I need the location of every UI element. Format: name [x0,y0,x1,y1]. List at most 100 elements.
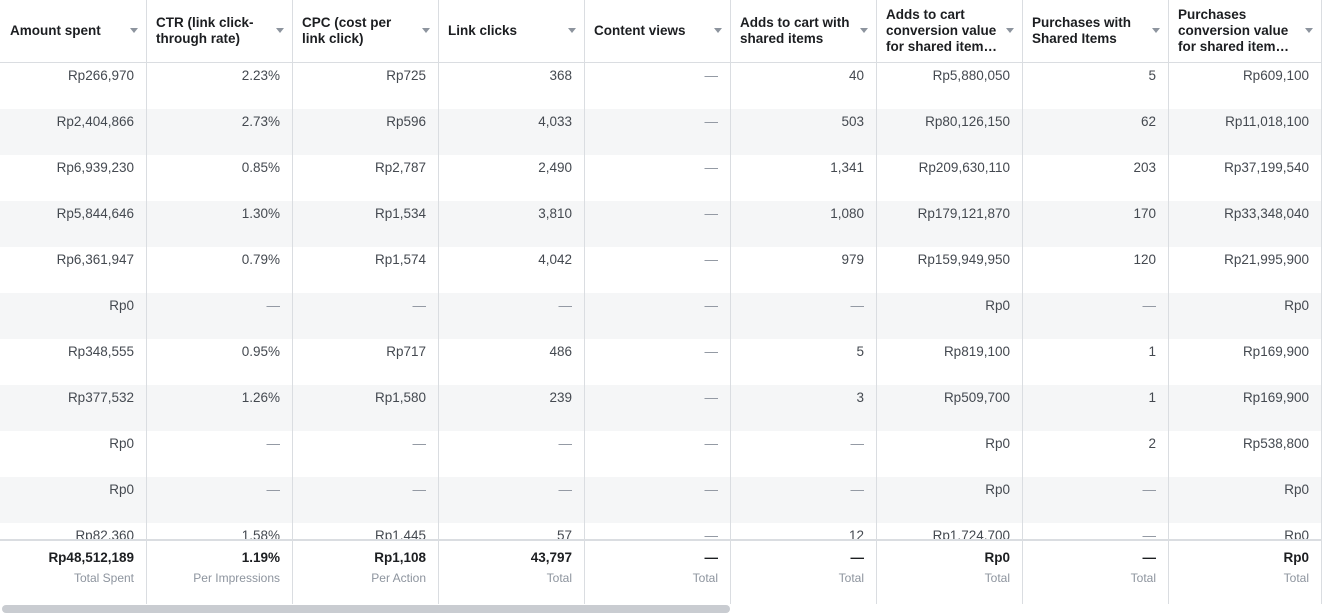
cell-ctr: 0.95% [146,339,293,385]
sort-caret-icon[interactable] [422,28,430,33]
cell-link-clicks: 239 [438,385,585,431]
cell-adds-to-cart-value: Rp179,121,870 [876,201,1023,247]
cell-adds-to-cart: 1,341 [730,155,877,201]
cell-adds-to-cart-value: Rp1,724,700 [876,523,1023,540]
total-content-views: — Total [584,541,731,605]
cell-link-clicks: 4,033 [438,109,585,155]
cell-link-clicks: 3,810 [438,201,585,247]
cell-purchases-value: Rp169,900 [1168,339,1322,385]
total-label: Per Action [371,571,426,585]
total-value: 1.19% [241,550,280,565]
cell-purchases: 170 [1022,201,1169,247]
table-row[interactable]: Rp2,404,866 2.73% Rp596 4,033—503 Rp80,126,1… [0,109,1322,155]
table-row[interactable]: Rp5,844,646 1.30% Rp1,534 3,810—1,080 Rp179,… [0,201,1322,247]
cell-cpc: Rp1,580 [292,385,439,431]
cell-link-clicks: — [438,477,585,523]
cell-ctr: 0.85% [146,155,293,201]
cell-content-views: — [584,201,731,247]
column-header-label: Content views [594,23,686,38]
column-header-ctr[interactable]: CTR (link click-through rate) [146,0,293,62]
cell-cpc: Rp596 [292,109,439,155]
cell-adds-to-cart-value: Rp159,949,950 [876,247,1023,293]
column-header-adds-to-cart-value[interactable]: Adds to cart conversion value for shared… [876,0,1023,62]
cell-cpc: Rp717 [292,339,439,385]
cell-purchases: 203 [1022,155,1169,201]
column-header-label: Purchases with Shared Items [1032,15,1132,46]
cell-amount-spent: Rp82,360 [0,523,147,540]
cell-purchases: — [1022,523,1169,540]
sort-caret-icon[interactable] [276,28,284,33]
cell-content-views: — [584,431,731,477]
sort-caret-icon[interactable] [1305,28,1313,33]
total-cpc: Rp1,108 Per Action [292,541,439,605]
total-value: Rp0 [1283,550,1309,565]
cell-purchases: 62 [1022,109,1169,155]
column-header-content-views[interactable]: Content views [584,0,731,62]
column-header-label: Amount spent [10,23,101,38]
column-header-label: Purchases conversion value for shared it… [1178,7,1290,54]
cell-adds-to-cart-value: Rp0 [876,293,1023,339]
sort-caret-icon[interactable] [860,28,868,33]
table-row[interactable]: Rp377,532 1.26% Rp1,580 239—3 Rp509,700 1 Rp16… [0,385,1322,431]
cell-cpc: Rp1,534 [292,201,439,247]
cell-cpc: Rp725 [292,63,439,109]
column-header-purchases[interactable]: Purchases with Shared Items [1022,0,1169,62]
table-row[interactable]: Rp0— — — — — Rp0— Rp0 [0,477,1322,523]
sort-caret-icon[interactable] [1006,28,1014,33]
cell-link-clicks: 57 [438,523,585,540]
cell-adds-to-cart: — [730,293,877,339]
cell-purchases-value: Rp169,900 [1168,385,1322,431]
cell-purchases: 2 [1022,431,1169,477]
table-row[interactable]: Rp6,939,230 0.85% Rp2,787 2,490—1,341 Rp209,… [0,155,1322,201]
horizontal-scrollbar-thumb[interactable] [2,605,730,613]
cell-link-clicks: 486 [438,339,585,385]
cell-cpc: — [292,431,439,477]
total-label: Total [838,571,864,585]
total-value: — [704,550,719,565]
sort-caret-icon[interactable] [714,28,722,33]
total-value: Rp0 [984,550,1010,565]
cell-purchases: 1 [1022,385,1169,431]
sort-caret-icon[interactable] [130,28,138,33]
cell-content-views: — [584,385,731,431]
column-header-label: Adds to cart conversion value for shared… [886,7,998,54]
cell-amount-spent: Rp377,532 [0,385,147,431]
column-header-link-clicks[interactable]: Link clicks [438,0,585,62]
cell-purchases-value: Rp21,995,900 [1168,247,1322,293]
cell-purchases: — [1022,293,1169,339]
cell-content-views: — [584,477,731,523]
cell-purchases: 5 [1022,63,1169,109]
column-header-amount-spent[interactable]: Amount spent [0,0,147,62]
total-link-clicks: 43,797 Total [438,541,585,605]
table-row[interactable]: Rp266,970 2.23% Rp725 368—40 Rp5,880,050 5 Rp6… [0,63,1322,109]
table-row[interactable]: Rp82,360 1.58% Rp1,445 57—12 Rp1,724,700— Rp0 [0,523,1322,540]
total-label: Total [1130,571,1156,585]
total-value: 43,797 [530,550,572,565]
total-purchases-value: Rp0 Total [1168,541,1322,605]
column-header-label: Link clicks [448,23,518,38]
cell-amount-spent: Rp0 [0,477,147,523]
table-row[interactable]: Rp6,361,947 0.79% Rp1,574 4,042—979 Rp159,94… [0,247,1322,293]
cell-adds-to-cart: 40 [730,63,877,109]
sort-caret-icon[interactable] [568,28,576,33]
column-header-purchases-value[interactable]: Purchases conversion value for shared it… [1168,0,1322,62]
sort-caret-icon[interactable] [1152,28,1160,33]
total-value: — [850,550,865,565]
cell-adds-to-cart: 503 [730,109,877,155]
column-header-label: Adds to cart with shared items [740,15,850,46]
table-row[interactable]: Rp0— — — — — Rp0— Rp0 [0,293,1322,339]
cell-amount-spent: Rp266,970 [0,63,147,109]
cell-link-clicks: — [438,431,585,477]
column-header-adds-to-cart[interactable]: Adds to cart with shared items [730,0,877,62]
cell-link-clicks: 368 [438,63,585,109]
cell-content-views: — [584,109,731,155]
cell-adds-to-cart: — [730,477,877,523]
table-row[interactable]: Rp0— — — — — Rp0 2 Rp538,800 [0,431,1322,477]
table-row[interactable]: Rp348,555 0.95% Rp717 486—5 Rp819,100 1 Rp169,… [0,339,1322,385]
column-header-cpc[interactable]: CPC (cost per link click) [292,0,439,62]
cell-ctr: — [146,431,293,477]
cell-adds-to-cart: 3 [730,385,877,431]
total-value: — [1142,550,1157,565]
cell-adds-to-cart: 5 [730,339,877,385]
column-header-label: CPC (cost per link click) [302,15,392,46]
